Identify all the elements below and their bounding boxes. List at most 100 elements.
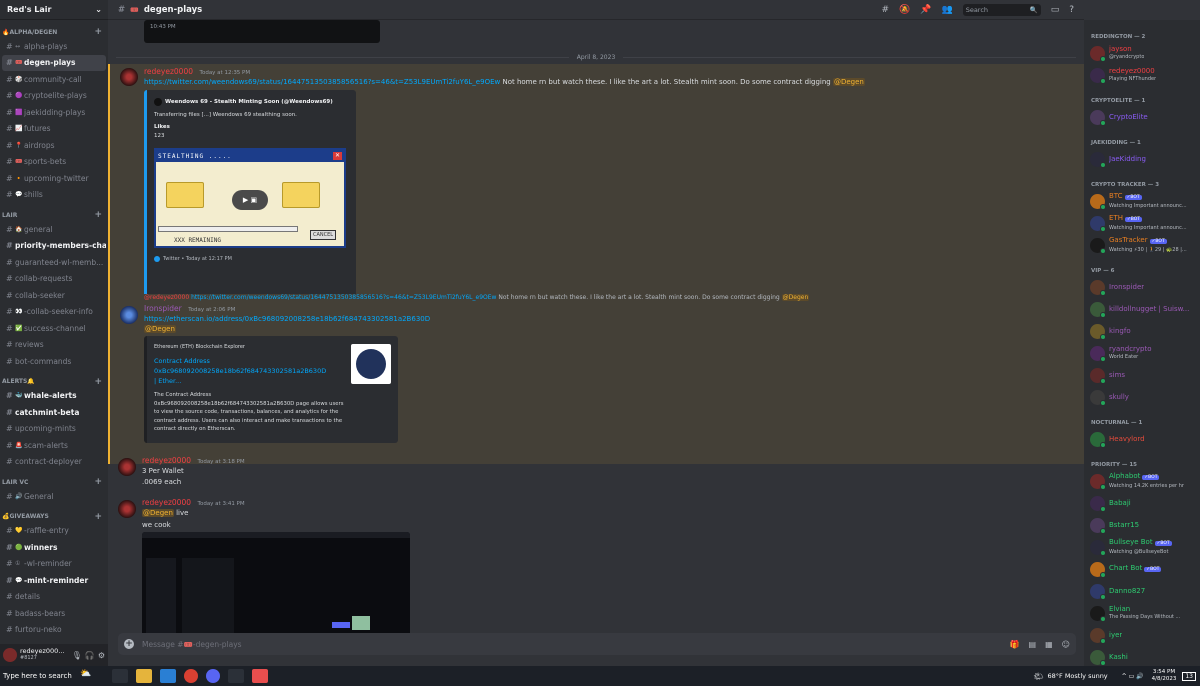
sticker-icon[interactable]: ▦: [1045, 640, 1053, 649]
reply-mention[interactable]: @Degen: [781, 294, 810, 301]
gear-icon[interactable]: ⚙: [98, 651, 105, 660]
member-item[interactable]: redeyez0000 Playing NFThunder: [1084, 64, 1200, 86]
reply-author[interactable]: @redeyez0000: [144, 294, 189, 301]
member-item[interactable]: skully: [1084, 386, 1200, 408]
sidebar-channel[interactable]: # 🐳 whale-alerts: [2, 388, 106, 405]
sidebar-channel[interactable]: # ↔ alpha-plays: [2, 38, 106, 55]
file-explorer-icon[interactable]: [136, 669, 152, 683]
sidebar-channel[interactable]: # upcoming-mints: [2, 421, 106, 438]
sidebar-channel[interactable]: # 🎟️ sports-bets: [2, 154, 106, 171]
sidebar-channel[interactable]: # 🔸 upcoming-twitter: [2, 170, 106, 187]
add-channel-icon[interactable]: +: [94, 512, 102, 522]
member-item[interactable]: sims: [1084, 364, 1200, 386]
member-item[interactable]: ETH ✓BOT Watching Important announc...: [1084, 212, 1200, 234]
sidebar-channel[interactable]: # 💛 -raffle-entry: [2, 523, 106, 540]
member-item[interactable]: CryptoElite: [1084, 106, 1200, 128]
chrome-icon[interactable]: [206, 669, 220, 683]
server-header[interactable]: Red's Lair ⌄: [0, 0, 108, 20]
sidebar-channel[interactable]: # 🎲 community-call: [2, 71, 106, 88]
member-list-icon[interactable]: 👥: [941, 5, 952, 15]
add-channel-icon[interactable]: +: [94, 377, 102, 387]
sidebar-channel[interactable]: # 🚨 scam-alerts: [2, 437, 106, 454]
message-link[interactable]: https://etherscan.io/address/0xBc9680920…: [144, 315, 430, 323]
channel-category[interactable]: 🔥ALPHA/DEGEN +: [0, 26, 108, 38]
sidebar-channel[interactable]: # 📈 futures: [2, 121, 106, 138]
embed-title[interactable]: Weendows 69 - Stealth Minting Soon (@Wee…: [165, 99, 333, 105]
inbox-icon[interactable]: ▭: [1051, 5, 1060, 15]
member-item[interactable]: Chart Bot ✓BOT: [1084, 558, 1200, 580]
sidebar-channel[interactable]: # 🟪 jaekidding-plays: [2, 104, 106, 121]
member-item[interactable]: Bullseye Bot ✓BOT Watching @BullseyeBot: [1084, 536, 1200, 558]
chrome-icon[interactable]: [184, 669, 198, 683]
member-item[interactable]: Kashi: [1084, 646, 1200, 666]
add-channel-icon[interactable]: +: [94, 210, 102, 220]
gif-icon[interactable]: ▤: [1029, 640, 1037, 649]
sidebar-channel[interactable]: # reviews: [2, 337, 106, 354]
member-item[interactable]: BTC ✓BOT Watching Important announc...: [1084, 190, 1200, 212]
message-link[interactable]: https://twitter.com/weendows69/status/16…: [144, 78, 500, 86]
notification-bell-icon[interactable]: 🔕: [899, 5, 910, 15]
sidebar-channel[interactable]: # 📍 airdrops: [2, 137, 106, 154]
message-composer[interactable]: + Message #🎟️-degen-plays 🎁 ▤ ▦ ☺: [118, 633, 1076, 655]
tray-icons[interactable]: ^ ▭ 🔊: [1122, 673, 1144, 680]
reply-link[interactable]: https://twitter.com/weendows69/status/16…: [191, 294, 496, 301]
sidebar-channel[interactable]: # catchmint-beta: [2, 404, 106, 421]
mail-icon[interactable]: [160, 669, 176, 683]
app-icon[interactable]: [228, 669, 244, 683]
sidebar-channel[interactable]: # bot-commands: [2, 353, 106, 370]
avatar[interactable]: [120, 68, 138, 86]
channel-category[interactable]: LAIR +: [0, 209, 108, 221]
clock-time[interactable]: 3:54 PM: [1153, 669, 1175, 676]
message-author[interactable]: Ironspider: [144, 304, 182, 313]
sidebar-channel[interactable]: # 🟢 winners: [2, 539, 106, 556]
mention[interactable]: @Degen: [144, 325, 176, 333]
avatar[interactable]: [118, 458, 136, 476]
member-item[interactable]: Babaji: [1084, 492, 1200, 514]
member-item[interactable]: GasTracker ✓BOT Watching ⚡30 | 🚶29 | 🐢28 |…: [1084, 234, 1200, 256]
member-item[interactable]: ryandcrypto World Eater: [1084, 342, 1200, 364]
member-item[interactable]: Elvian The Passing Days Without ...: [1084, 602, 1200, 624]
sidebar-channel[interactable]: # badass-bears: [2, 605, 106, 622]
avatar[interactable]: [3, 648, 17, 662]
emoji-icon[interactable]: ☺: [1062, 640, 1070, 649]
terminal-icon[interactable]: [252, 669, 268, 683]
microphone-icon[interactable]: 🎙: [72, 651, 82, 660]
sidebar-channel[interactable]: # collab-seeker: [2, 287, 106, 304]
sidebar-channel[interactable]: # 💬 shills: [2, 187, 106, 204]
task-view-icon[interactable]: [112, 669, 128, 683]
avatar[interactable]: [120, 306, 138, 324]
pin-icon[interactable]: 📌: [920, 5, 931, 15]
add-attachment-icon[interactable]: +: [124, 639, 134, 649]
sidebar-channel[interactable]: # 🎟️ degen-plays: [2, 54, 106, 71]
member-item[interactable]: iyer: [1084, 624, 1200, 646]
channel-category[interactable]: ALERTS🔔 +: [0, 376, 108, 388]
sidebar-channel[interactable]: # 🟣 cryptoelite-plays: [2, 88, 106, 105]
sidebar-channel[interactable]: # 🏠 general: [2, 221, 106, 238]
screenshot-attachment[interactable]: [142, 532, 410, 633]
mention[interactable]: @Degen: [142, 509, 174, 517]
message-author[interactable]: redeyez0000: [142, 498, 191, 507]
sidebar-channel[interactable]: # ✅ success-channel: [2, 320, 106, 337]
embed-title[interactable]: Contract Address 0xBc968092008258e18b62f…: [154, 356, 326, 386]
channel-category[interactable]: 💰GIVEAWAYS +: [0, 511, 108, 523]
sidebar-channel[interactable]: # furtoru-neko: [2, 622, 106, 639]
message-input[interactable]: Message #🎟️-degen-plays: [142, 640, 242, 649]
message-author[interactable]: redeyez0000: [142, 456, 191, 465]
member-item[interactable]: Ironspider: [1084, 276, 1200, 298]
sidebar-channel[interactable]: # priority-members-chat: [2, 238, 106, 255]
search-input[interactable]: Search 🔍: [962, 3, 1041, 16]
member-item[interactable]: killdollnugget | Suisw...: [1084, 298, 1200, 320]
threads-icon[interactable]: #: [882, 5, 890, 15]
taskbar-search[interactable]: Type here to search: [0, 666, 80, 686]
help-icon[interactable]: ?: [1069, 5, 1074, 15]
sidebar-channel[interactable]: # contract-deployer: [2, 454, 106, 471]
member-item[interactable]: JaeKidding: [1084, 148, 1200, 170]
channel-category[interactable]: LAIR VC +: [0, 476, 108, 488]
weather-status[interactable]: 68°F Mostly sunny: [1048, 672, 1108, 680]
notification-badge[interactable]: 13: [1182, 671, 1196, 681]
member-item[interactable]: Heavylord: [1084, 428, 1200, 450]
avatar[interactable]: [118, 500, 136, 518]
headphones-icon[interactable]: 🎧: [85, 651, 95, 660]
embed-image[interactable]: STEALTHING ..... ✕ ▶ ▣ XXX REMAINING CAN…: [154, 148, 346, 248]
add-channel-icon[interactable]: +: [94, 477, 102, 487]
